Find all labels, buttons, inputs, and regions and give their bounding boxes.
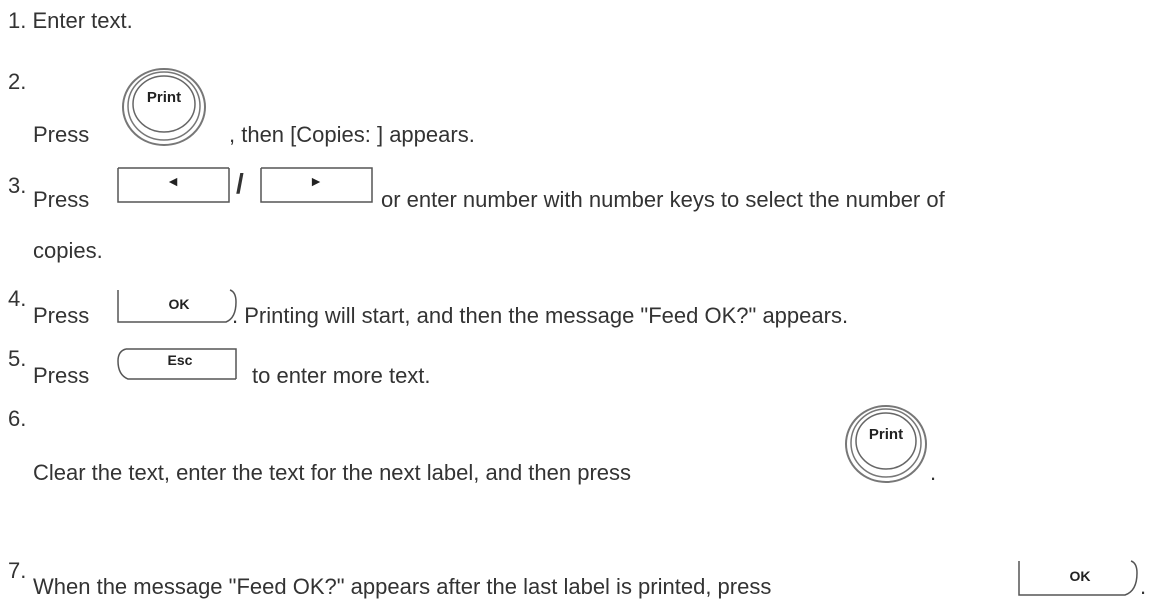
step-4-after: . Printing will start, and then the mess… bbox=[232, 303, 849, 328]
step-3-after: or enter number with number keys to sele… bbox=[381, 187, 945, 212]
right-arrow-key-icon: ► bbox=[259, 166, 374, 204]
step-4-number: 4. bbox=[8, 286, 27, 311]
step-3-press: Press bbox=[33, 187, 90, 212]
step-1-number: 1. bbox=[8, 8, 27, 33]
ok-key-icon: OK bbox=[1017, 559, 1142, 597]
right-arrow-glyph: ► bbox=[309, 173, 323, 189]
step-2-number: 2. bbox=[8, 69, 27, 94]
step-1-body: Enter text. bbox=[32, 8, 133, 33]
step-4-press: Press bbox=[33, 303, 90, 328]
step-7-number: 7. bbox=[8, 558, 27, 583]
step-1-text: 1. Enter text. bbox=[8, 9, 133, 33]
step-6-number: 6. bbox=[8, 406, 27, 431]
step-6-after: . bbox=[930, 460, 937, 485]
ok-key-icon: OK bbox=[116, 288, 241, 324]
step-5-after: to enter more text. bbox=[252, 363, 431, 388]
step-3-continuation: copies. bbox=[33, 238, 103, 263]
step-3-separator: / bbox=[236, 168, 244, 199]
step-7-after: . bbox=[1140, 574, 1147, 599]
step-5-press: Press bbox=[33, 363, 90, 388]
print-key-icon: Print bbox=[116, 65, 213, 150]
print-key-label: Print bbox=[147, 89, 181, 106]
step-5-number: 5. bbox=[8, 346, 27, 371]
step-2-press: Press bbox=[33, 122, 90, 147]
step-7-text: When the message "Feed OK?" appears afte… bbox=[33, 574, 772, 599]
step-6-text: Clear the text, enter the text for the n… bbox=[33, 460, 632, 485]
esc-key-label: Esc bbox=[168, 352, 193, 368]
step-3-number: 3. bbox=[8, 173, 27, 198]
print-key-label: Print bbox=[869, 426, 903, 443]
step-2-after: , then [Copies: ] appears. bbox=[229, 122, 475, 147]
left-arrow-glyph: ◄ bbox=[166, 173, 180, 189]
print-key-icon: Print bbox=[839, 402, 934, 487]
ok-key-label: OK bbox=[169, 296, 190, 312]
left-arrow-key-icon: ◄ bbox=[116, 166, 231, 204]
ok-key-label: OK bbox=[1070, 568, 1091, 584]
esc-key-icon: Esc bbox=[116, 345, 241, 385]
